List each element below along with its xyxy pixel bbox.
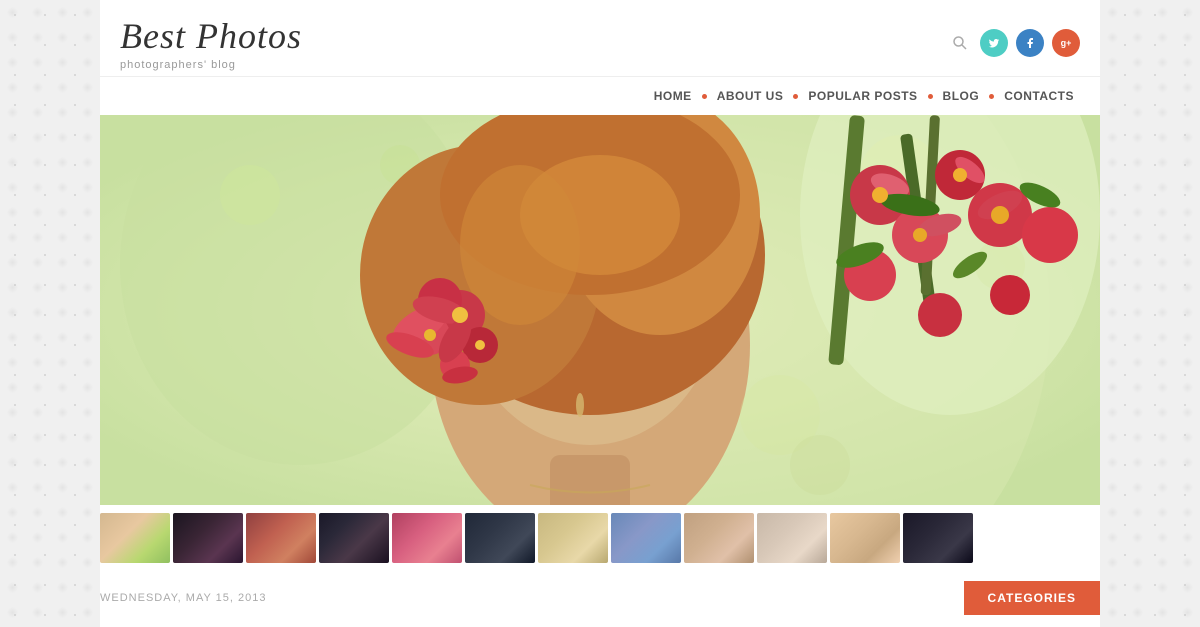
twitter-button[interactable] <box>980 29 1008 57</box>
hero-image <box>100 115 1100 505</box>
bottom-section: WEDNESDAY, MAY 15, 2013 CATEGORIES <box>100 571 1100 625</box>
navigation: HOME ABOUT US POPULAR POSTS BLOG CONTACT… <box>100 76 1100 115</box>
site-title[interactable]: Best Photos <box>120 15 302 57</box>
categories-button[interactable]: CATEGORIES <box>964 581 1100 615</box>
thumbnail-9[interactable] <box>684 513 754 563</box>
left-decoration <box>0 0 100 627</box>
nav-popular[interactable]: POPULAR POSTS <box>802 85 923 107</box>
thumbnail-1[interactable] <box>100 513 170 563</box>
thumbnail-5[interactable] <box>392 513 462 563</box>
post-date: WEDNESDAY, MAY 15, 2013 <box>100 592 266 604</box>
thumbnail-strip <box>100 505 1100 571</box>
nav-contacts[interactable]: CONTACTS <box>998 85 1080 107</box>
thumbnail-7[interactable] <box>538 513 608 563</box>
right-decoration <box>1100 0 1200 627</box>
thumbnail-8[interactable] <box>611 513 681 563</box>
google-button[interactable]: g+ <box>1052 29 1080 57</box>
thumbnail-11[interactable] <box>830 513 900 563</box>
nav-dot-1 <box>702 94 707 99</box>
header: Best Photos photographers' blog <box>100 0 1100 76</box>
hero-svg <box>100 115 1100 505</box>
facebook-button[interactable] <box>1016 29 1044 57</box>
nav-dot-2 <box>793 94 798 99</box>
thumbnail-10[interactable] <box>757 513 827 563</box>
header-right: g+ <box>948 29 1080 57</box>
nav-home[interactable]: HOME <box>648 85 698 107</box>
nav-dot-4 <box>989 94 994 99</box>
nav-dot-3 <box>928 94 933 99</box>
google-label: g+ <box>1061 38 1072 48</box>
nav-blog[interactable]: BLOG <box>937 85 986 107</box>
search-button[interactable] <box>948 31 972 55</box>
thumbnail-4[interactable] <box>319 513 389 563</box>
nav-about[interactable]: ABOUT US <box>711 85 790 107</box>
hero-image-container <box>100 115 1100 505</box>
logo-area: Best Photos photographers' blog <box>120 15 302 71</box>
thumbnail-12[interactable] <box>903 513 973 563</box>
thumbnail-2[interactable] <box>173 513 243 563</box>
thumbnail-6[interactable] <box>465 513 535 563</box>
site-subtitle: photographers' blog <box>120 59 302 71</box>
thumbnail-3[interactable] <box>246 513 316 563</box>
